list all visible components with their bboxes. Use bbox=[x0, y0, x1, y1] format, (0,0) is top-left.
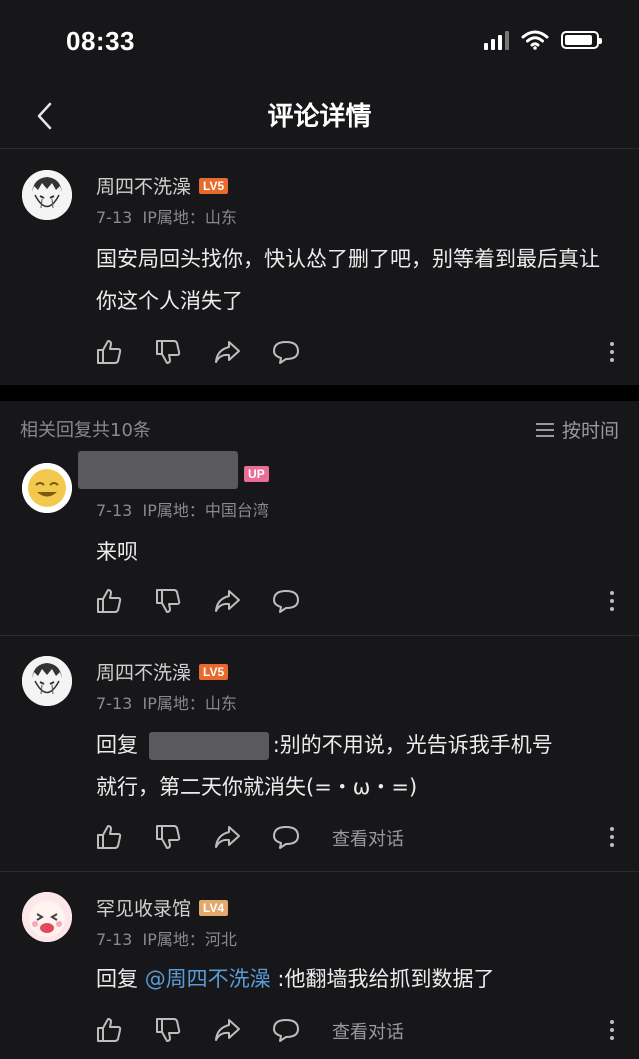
username-text[interactable]: 周四不洗澡 bbox=[96, 176, 191, 198]
section-divider bbox=[0, 385, 639, 401]
like-icon[interactable] bbox=[95, 823, 123, 851]
comment-meta: 7-13 IP属地：河北 bbox=[96, 926, 237, 950]
status-icons bbox=[484, 30, 602, 50]
comment-meta: 7-13 IP属地：山东 bbox=[96, 204, 237, 228]
avatar[interactable] bbox=[22, 463, 72, 513]
username-text[interactable]: 罕见收录馆 bbox=[96, 898, 191, 920]
comment-text: 回复 @周四不洗澡 :他翻墙我给抓到数据了 bbox=[96, 958, 615, 1000]
wifi-icon bbox=[521, 30, 549, 50]
comment-text-line: 就行，第二天你就消失(=・ω・=) bbox=[96, 775, 418, 799]
comment-text-part: :别的不用说，光告诉我手机号 bbox=[272, 733, 553, 757]
redacted-mention bbox=[148, 732, 269, 760]
reply-icon[interactable] bbox=[272, 587, 300, 615]
like-icon[interactable] bbox=[95, 338, 123, 366]
username[interactable]: 周四不洗澡 LV5 bbox=[96, 658, 229, 685]
comment-date: 7-13 bbox=[96, 930, 133, 949]
view-conversation-link[interactable]: 查看对话 bbox=[332, 825, 404, 851]
comment-date: 7-13 bbox=[96, 694, 133, 713]
redacted-username bbox=[78, 451, 238, 489]
avatar[interactable] bbox=[22, 892, 72, 942]
sort-label[interactable]: 按时间 bbox=[562, 416, 619, 443]
reply-icon[interactable] bbox=[272, 1016, 300, 1044]
nav-bar: 评论详情 bbox=[0, 86, 639, 149]
ip-location: IP属地：山东 bbox=[142, 694, 237, 713]
share-icon[interactable] bbox=[213, 587, 241, 615]
reply-icon[interactable] bbox=[272, 823, 300, 851]
battery-icon bbox=[561, 31, 602, 49]
more-options-icon[interactable] bbox=[609, 825, 615, 849]
dislike-icon[interactable] bbox=[154, 587, 182, 615]
cellular-signal-icon bbox=[484, 30, 509, 50]
comment-date: 7-13 bbox=[96, 208, 133, 227]
comment-text-part: :他翻墙我给抓到数据了 bbox=[277, 967, 495, 991]
level-badge: LV4 bbox=[199, 900, 229, 916]
comment-actions bbox=[95, 587, 615, 617]
share-icon[interactable] bbox=[213, 823, 241, 851]
dislike-icon[interactable] bbox=[154, 338, 182, 366]
like-icon[interactable] bbox=[95, 1016, 123, 1044]
username[interactable]: 罕见收录馆 LV4 bbox=[96, 894, 229, 921]
level-badge: LV5 bbox=[199, 178, 229, 194]
share-icon[interactable] bbox=[213, 1016, 241, 1044]
reply-prefix: 回复 bbox=[96, 967, 138, 991]
avatar[interactable] bbox=[22, 170, 72, 220]
mention-link[interactable]: @周四不洗澡 bbox=[145, 967, 271, 991]
like-icon[interactable] bbox=[95, 587, 123, 615]
comment-text: 回复 :别的不用说，光告诉我手机号 就行，第二天你就消失(=・ω・=) bbox=[96, 724, 615, 808]
comment-meta: 7-13 IP属地：中国台湾 bbox=[96, 497, 269, 521]
level-badge: LV5 bbox=[199, 664, 229, 680]
share-icon[interactable] bbox=[213, 338, 241, 366]
replies-count: 相关回复共10条 bbox=[20, 420, 151, 441]
view-conversation-link[interactable]: 查看对话 bbox=[332, 1018, 404, 1044]
comment-actions: 查看对话 bbox=[95, 823, 615, 853]
more-options-icon[interactable] bbox=[609, 340, 615, 364]
ip-location: IP属地：河北 bbox=[142, 930, 237, 949]
username-text[interactable]: 周四不洗澡 bbox=[96, 662, 191, 684]
comment-text: 国安局回头找你，快认怂了删了吧，别等着到最后真让你这个人消失了 bbox=[96, 247, 600, 313]
sort-button[interactable]: 按时间 bbox=[535, 416, 619, 443]
sort-list-icon bbox=[535, 422, 554, 437]
more-options-icon[interactable] bbox=[609, 1018, 615, 1042]
more-options-icon[interactable] bbox=[609, 589, 615, 613]
divider bbox=[0, 871, 639, 872]
status-time: 08:33 bbox=[66, 26, 135, 56]
ip-location: IP属地：中国台湾 bbox=[142, 501, 269, 520]
dislike-icon[interactable] bbox=[154, 1016, 182, 1044]
username[interactable]: 周四不洗澡 LV5 bbox=[96, 172, 229, 199]
avatar[interactable] bbox=[22, 656, 72, 706]
status-bar: 08:33 bbox=[0, 0, 639, 86]
divider bbox=[0, 635, 639, 636]
up-badge: UP bbox=[244, 465, 269, 482]
ip-location: IP属地：山东 bbox=[142, 208, 237, 227]
comment-date: 7-13 bbox=[96, 501, 133, 520]
comment-meta: 7-13 IP属地：山东 bbox=[96, 690, 237, 714]
username[interactable]: UP bbox=[78, 451, 269, 489]
comment-text: 来呗 bbox=[96, 540, 138, 564]
dislike-icon[interactable] bbox=[154, 823, 182, 851]
comment-text-line: 回复 :别的不用说，光告诉我手机号 bbox=[96, 724, 615, 766]
reply-prefix: 回复 bbox=[96, 733, 138, 757]
comment-actions bbox=[95, 338, 615, 368]
reply-icon[interactable] bbox=[272, 338, 300, 366]
page-title: 评论详情 bbox=[267, 102, 372, 132]
comment-actions: 查看对话 bbox=[95, 1016, 615, 1046]
